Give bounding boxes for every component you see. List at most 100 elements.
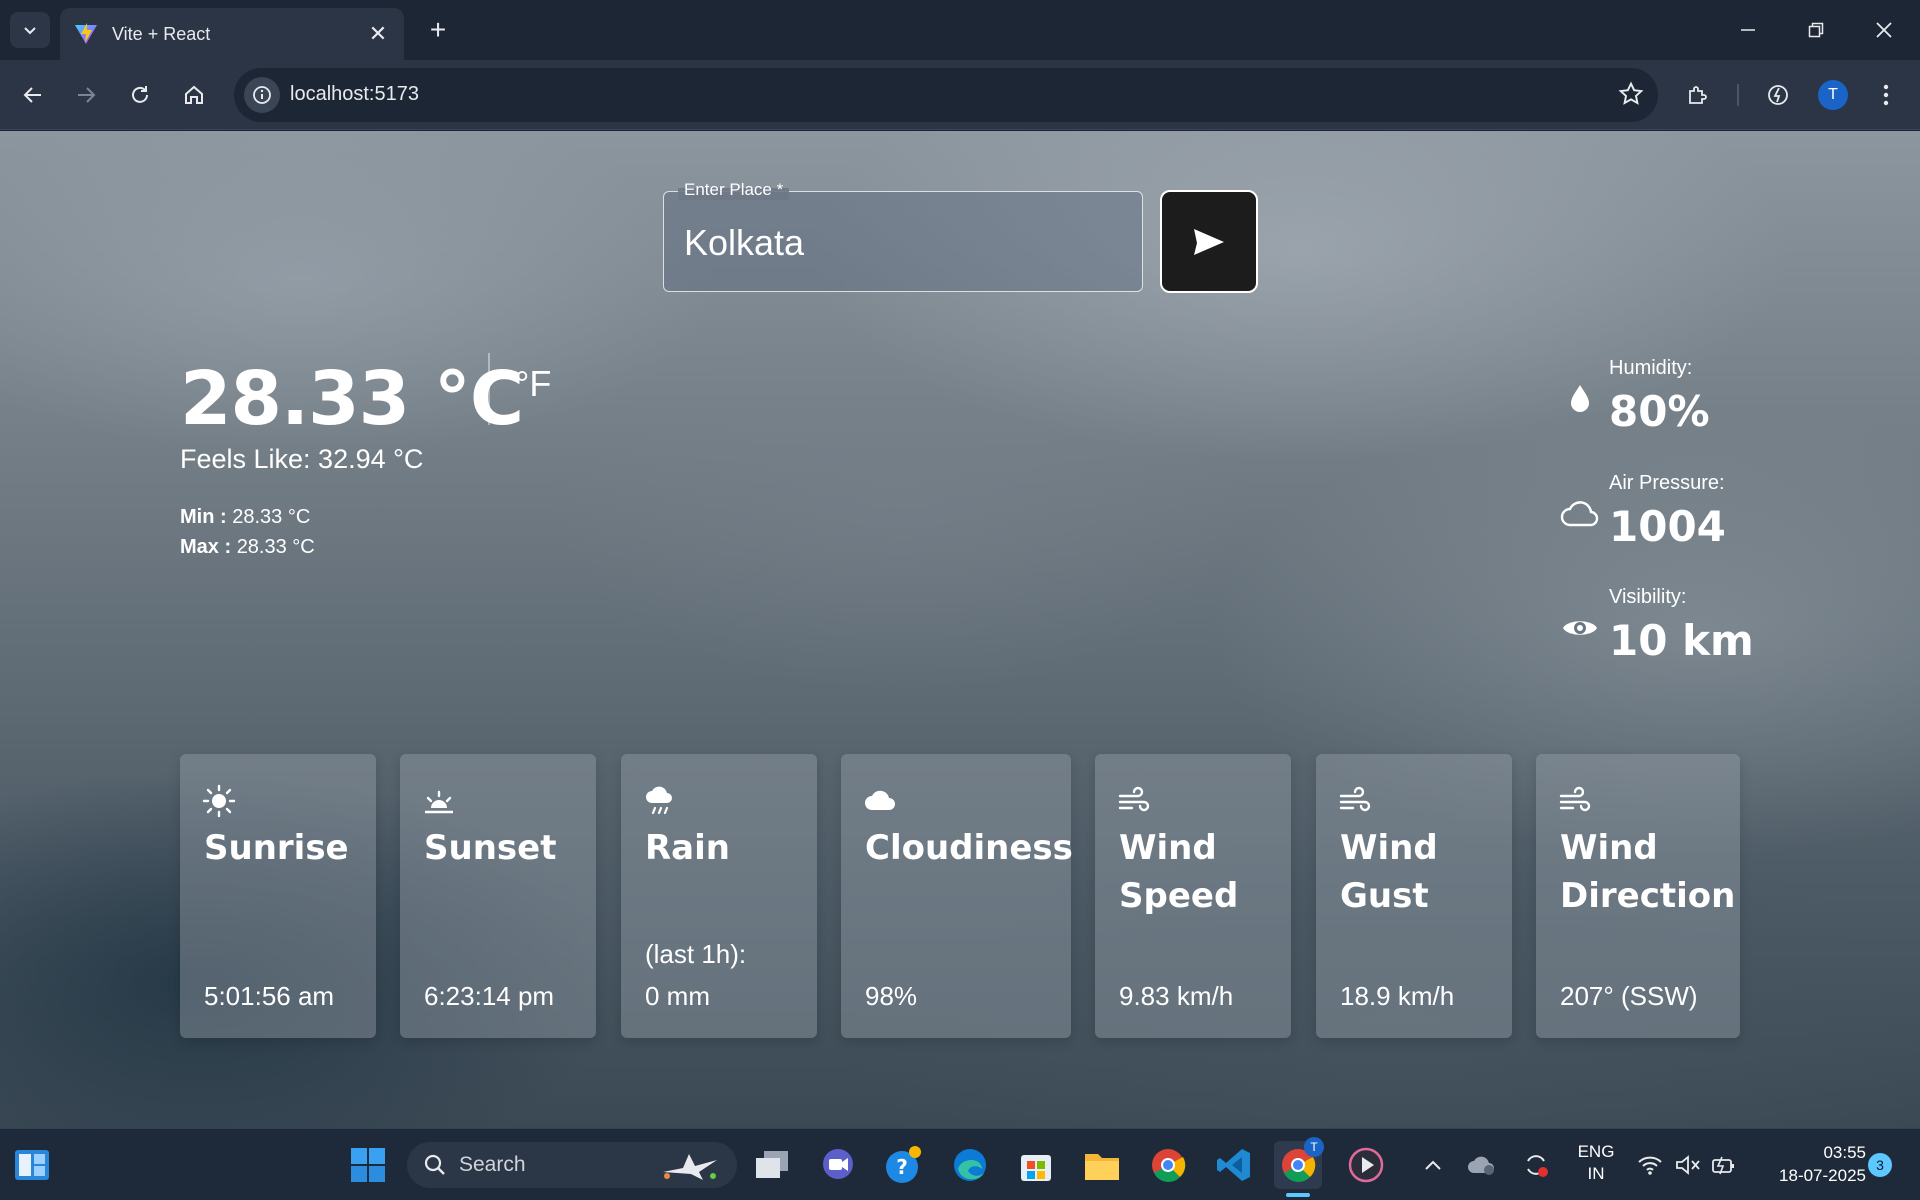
bookmark-star-button[interactable] — [1618, 81, 1644, 112]
chrome-icon — [1152, 1149, 1186, 1182]
notification-badge[interactable]: 3 — [1868, 1153, 1892, 1177]
droplet-icon — [1555, 379, 1605, 419]
onedrive-button[interactable] — [1466, 1141, 1498, 1189]
place-input-label: Enter Place * — [678, 180, 790, 200]
extensions-button[interactable] — [1680, 77, 1716, 113]
card-value: 5:01:56 am — [204, 981, 335, 1011]
taskbar: Search ? T ENG IN 03:55 18-07-2025 3 — [0, 1128, 1920, 1200]
chrome-profile-button[interactable]: T — [1274, 1137, 1324, 1197]
vscode-button[interactable] — [1210, 1141, 1258, 1189]
search-submit-button[interactable] — [1160, 190, 1258, 293]
humidity-label: Humidity: — [1609, 357, 1693, 379]
language-indicator[interactable]: ENG IN — [1576, 1141, 1616, 1185]
help-icon: ? — [886, 1146, 921, 1183]
weather-page: Enter Place * Kolkata 28.33 °C °F Feels … — [0, 131, 1920, 1128]
reload-button[interactable] — [122, 77, 158, 113]
card-value: 0 mm — [645, 981, 710, 1011]
task-view-button[interactable] — [748, 1141, 796, 1189]
max-temperature: Max : 28.33 °C — [180, 536, 315, 559]
card-value: 6:23:14 pm — [424, 981, 555, 1011]
arrow-right-icon — [78, 87, 96, 103]
puzzle-icon — [1689, 86, 1707, 104]
back-button[interactable] — [15, 77, 51, 113]
volume-button[interactable] — [1670, 1141, 1706, 1189]
wifi-icon — [1638, 1156, 1662, 1175]
rain-icon — [646, 786, 672, 815]
reload-icon — [132, 86, 148, 103]
help-app-button[interactable]: ? — [880, 1141, 928, 1189]
sunset-icon — [425, 790, 453, 814]
muted-speaker-icon — [1676, 1155, 1700, 1175]
min-label: Min : — [180, 506, 227, 528]
unit-divider — [488, 353, 490, 425]
address-bar[interactable]: localhost:5173 — [234, 68, 1658, 122]
widgets-button[interactable] — [8, 1141, 56, 1189]
minimize-button[interactable] — [1724, 10, 1772, 50]
widgets-icon — [15, 1150, 49, 1180]
card-value: 9.83 km/h — [1119, 981, 1234, 1011]
menu-button[interactable] — [1868, 77, 1904, 113]
wind-icon — [1559, 786, 1591, 812]
cloudiness-card: Cloudiness 98% — [841, 754, 1073, 1038]
clock[interactable]: 03:55 18-07-2025 — [1756, 1141, 1866, 1187]
wifi-button[interactable] — [1632, 1141, 1668, 1189]
max-label: Max : — [180, 536, 232, 558]
chevron-down-icon — [24, 27, 36, 35]
performance-button[interactable] — [1760, 77, 1796, 113]
language-code: ENG — [1577, 1142, 1615, 1161]
start-button[interactable] — [344, 1141, 392, 1189]
rain-card: Rain (last 1h): 0 mm — [621, 754, 817, 1038]
store-button[interactable] — [1012, 1141, 1060, 1189]
chrome-button[interactable] — [1144, 1141, 1192, 1189]
card-value: 98% — [865, 981, 918, 1011]
sync-icon — [1527, 1155, 1548, 1177]
card-value: 18.9 km/h — [1340, 981, 1455, 1011]
fahrenheit-toggle[interactable]: °F — [515, 363, 551, 405]
wind-direction-card: Wind Direction 207° (SSW) — [1536, 754, 1740, 1038]
tab-search-button[interactable] — [10, 12, 50, 48]
new-tab-button[interactable]: + — [422, 14, 454, 46]
restore-icon — [1808, 22, 1824, 38]
wind-icon — [1118, 786, 1150, 812]
meet-app-button[interactable] — [814, 1141, 862, 1189]
temperature-value: 28.33 °C — [180, 356, 524, 442]
card-title: Wind Direction — [1560, 828, 1736, 916]
sunset-card: Sunset 6:23:14 pm — [400, 754, 596, 1038]
card-title: Wind Speed — [1119, 828, 1239, 916]
humidity-value: 80% — [1609, 387, 1710, 436]
windows-logo-icon — [351, 1148, 385, 1182]
visibility-label: Visibility: — [1609, 586, 1687, 608]
info-icon — [253, 86, 271, 104]
update-status-button[interactable] — [1520, 1141, 1552, 1189]
taskbar-search-box[interactable]: Search — [407, 1142, 737, 1188]
task-view-icon — [756, 1151, 788, 1178]
media-player-button[interactable] — [1342, 1141, 1390, 1189]
forward-button[interactable] — [68, 77, 104, 113]
close-window-button[interactable] — [1860, 10, 1908, 50]
max-value: 28.33 °C — [236, 536, 315, 558]
search-icon — [424, 1154, 445, 1175]
toolbar-divider — [1737, 84, 1739, 106]
profile-badge: T — [1304, 1137, 1324, 1157]
profile-button[interactable]: T — [1815, 77, 1851, 113]
browser-tab[interactable]: Vite + React ✕ — [60, 8, 404, 60]
visibility-value: 10 km — [1609, 616, 1754, 665]
kebab-menu-icon — [1883, 84, 1889, 106]
close-tab-icon[interactable]: ✕ — [366, 21, 390, 46]
avatar: T — [1818, 80, 1848, 110]
home-button[interactable] — [176, 77, 212, 113]
clock-time: 03:55 — [1823, 1143, 1866, 1162]
battery-button[interactable] — [1706, 1141, 1742, 1189]
clock-date: 18-07-2025 — [1779, 1166, 1866, 1185]
place-input-value[interactable]: Kolkata — [684, 222, 804, 264]
browser-toolbar: localhost:5173 T — [0, 60, 1920, 130]
send-icon — [1194, 228, 1224, 255]
site-info-button[interactable] — [244, 77, 280, 113]
edge-button[interactable] — [946, 1141, 994, 1189]
place-input-field[interactable]: Enter Place * Kolkata — [663, 180, 1143, 292]
taskbar-search-label: Search — [459, 1153, 526, 1176]
show-hidden-icons-button[interactable] — [1418, 1141, 1448, 1189]
file-explorer-button[interactable] — [1078, 1141, 1126, 1189]
restore-button[interactable] — [1792, 10, 1840, 50]
browser-tab-bar: Vite + React ✕ + — [0, 0, 1920, 60]
